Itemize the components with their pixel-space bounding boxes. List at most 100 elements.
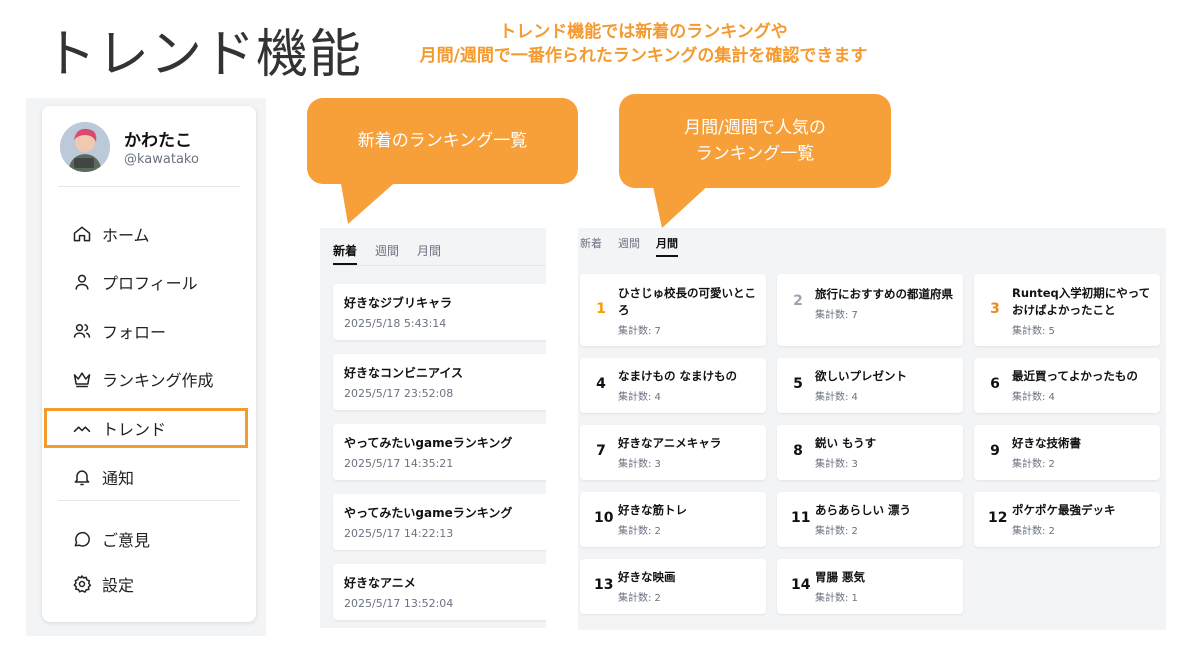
rank-number: 3 (990, 301, 1000, 317)
ranking-title: やってみたいgameランキング (344, 506, 513, 520)
sidebar-item-label: トレンド (102, 420, 167, 439)
sidebar-item-feedback[interactable]: ご意見 (72, 524, 242, 554)
callout-text: 月間/週間で人気の (684, 118, 826, 138)
ranking-title: 好きなコンビニアイス (344, 366, 464, 380)
list-item[interactable]: 好きなアニメ 2025/5/17 13:52:04 (333, 564, 546, 620)
ranking-card[interactable]: 3 Runteq入学初期にやっておけばよかったこと 集計数: 5 (974, 274, 1160, 346)
tab-bar: 新着 週間 月間 (333, 242, 441, 265)
ranking-count: 集計数: 3 (618, 459, 661, 470)
ranking-card-body: 好きな映画 集計数: 2 (618, 569, 758, 604)
ranking-title: 最近買ってよかったもの (1012, 369, 1138, 383)
ranking-title: やってみたいgameランキング (344, 436, 513, 450)
ranking-card[interactable]: 14 胃腸 悪気 集計数: 1 (777, 559, 963, 614)
rank-number: 6 (990, 376, 1000, 392)
sidebar: かわたこ @kawatako ホーム プロフィール フォロー ランキング作成 ト… (42, 106, 256, 622)
bell-icon (72, 467, 92, 487)
ranking-count: 集計数: 2 (618, 593, 661, 604)
sidebar-item-label: 設定 (102, 576, 135, 595)
sidebar-item-label: プロフィール (102, 274, 198, 293)
callout-new-ranking: 新着のランキング一覧 (307, 98, 578, 184)
ranking-count: 集計数: 2 (618, 526, 661, 537)
callout-tail (340, 178, 400, 224)
rank-number: 9 (990, 443, 1000, 459)
rank-number: 8 (793, 443, 803, 459)
rank-number: 13 (594, 577, 614, 593)
ranking-title: 好きなジブリキャラ (344, 296, 453, 310)
sidebar-item-settings[interactable]: 設定 (72, 569, 242, 599)
profile-card[interactable]: かわたこ @kawatako (60, 122, 240, 182)
sidebar-item-create-ranking[interactable]: ランキング作成 (72, 364, 242, 394)
ranking-card-body: 旅行におすすめの都道府県 集計数: 7 (815, 286, 955, 321)
ranking-card[interactable]: 5 欲しいプレゼント 集計数: 4 (777, 358, 963, 413)
ranking-card[interactable]: 1 ひさじゅ校長の可愛いところ 集計数: 7 (580, 274, 766, 346)
ranking-card-body: 鋭い もうす 集計数: 3 (815, 435, 955, 470)
slide-subtitle-line-1: トレンド機能では新着のランキングや (499, 22, 788, 42)
ranking-card-body: 好きな筋トレ 集計数: 2 (618, 502, 758, 537)
ranking-card[interactable]: 8 鋭い もうす 集計数: 3 (777, 425, 963, 480)
ranking-count: 集計数: 1 (815, 593, 858, 604)
ranking-card[interactable]: 4 なまけもの なまけもの 集計数: 4 (580, 358, 766, 413)
ranking-title: ひさじゅ校長の可愛いところ (618, 286, 756, 317)
ranking-count: 集計数: 4 (618, 392, 661, 403)
ranking-card-body: 好きな技術書 集計数: 2 (1012, 435, 1152, 470)
ranking-card-body: 好きなアニメキャラ 集計数: 3 (618, 435, 758, 470)
ranking-card[interactable]: 13 好きな映画 集計数: 2 (580, 559, 766, 614)
callout-popular-ranking: 月間/週間で人気の ランキング一覧 (619, 94, 891, 188)
sidebar-item-follow[interactable]: フォロー (72, 316, 242, 346)
ranking-title: あらあらしい 漂う (815, 503, 912, 517)
ranking-count: 集計数: 5 (1012, 326, 1055, 337)
tab-new[interactable]: 新着 (333, 242, 358, 265)
ranking-card-body: ポケポケ最強デッキ 集計数: 2 (1012, 502, 1152, 537)
callout-text: ランキング一覧 (695, 144, 815, 164)
ranking-title: 鋭い もうす (815, 436, 877, 450)
ranking-card[interactable]: 10 好きな筋トレ 集計数: 2 (580, 492, 766, 547)
ranking-title: 好きな映画 (618, 570, 676, 584)
ranking-card[interactable]: 2 旅行におすすめの都道府県 集計数: 7 (777, 274, 963, 346)
tab-monthly[interactable]: 月間 (656, 235, 678, 257)
ranking-card[interactable]: 6 最近買ってよかったもの 集計数: 4 (974, 358, 1160, 413)
sidebar-item-notifications[interactable]: 通知 (72, 462, 242, 492)
chat-icon (72, 529, 92, 549)
tab-monthly[interactable]: 月間 (417, 242, 441, 265)
ranking-card-body: 最近買ってよかったもの 集計数: 4 (1012, 368, 1152, 403)
ranking-card-body: Runteq入学初期にやっておけばよかったこと 集計数: 5 (1012, 285, 1152, 337)
rank-number: 1 (596, 301, 606, 317)
list-item[interactable]: やってみたいgameランキング 2025/5/17 14:35:21 (333, 424, 546, 480)
avatar[interactable] (60, 122, 110, 172)
new-ranking-panel: 新着 週間 月間 好きなジブリキャラ 2025/5/18 5:43:14 好きな… (320, 228, 546, 628)
ranking-date: 2025/5/17 13:52:04 (344, 597, 454, 610)
tab-bar: 新着 週間 月間 (580, 235, 678, 257)
ranking-date: 2025/5/17 14:22:13 (344, 527, 454, 540)
sidebar-item-profile[interactable]: プロフィール (72, 267, 242, 297)
ranking-title: 好きなアニメ (344, 576, 416, 590)
ranking-card[interactable]: 12 ポケポケ最強デッキ 集計数: 2 (974, 492, 1160, 547)
ranking-count: 集計数: 2 (1012, 526, 1055, 537)
ranking-count: 集計数: 2 (1012, 459, 1055, 470)
tab-new[interactable]: 新着 (580, 235, 602, 257)
ranking-card[interactable]: 7 好きなアニメキャラ 集計数: 3 (580, 425, 766, 480)
sidebar-item-label: 通知 (102, 469, 135, 488)
ranking-card[interactable]: 9 好きな技術書 集計数: 2 (974, 425, 1160, 480)
ranking-card[interactable]: 11 あらあらしい 漂う 集計数: 2 (777, 492, 963, 547)
sidebar-item-trend[interactable]: トレンド (72, 413, 242, 443)
ranking-date: 2025/5/17 14:35:21 (344, 457, 454, 470)
list-item[interactable]: やってみたいgameランキング 2025/5/17 14:22:13 (333, 494, 546, 550)
ranking-card-body: ひさじゅ校長の可愛いところ 集計数: 7 (618, 285, 758, 337)
tab-weekly[interactable]: 週間 (375, 242, 399, 265)
divider (58, 186, 240, 187)
ranking-count: 集計数: 3 (815, 459, 858, 470)
ranking-card-body: なまけもの なまけもの 集計数: 4 (618, 368, 758, 403)
ranking-date: 2025/5/17 23:52:08 (344, 387, 454, 400)
list-item[interactable]: 好きなコンビニアイス 2025/5/17 23:52:08 (333, 354, 546, 410)
slide-subtitle-line-2: 月間/週間で一番作られたランキングの集計を確認できます (419, 46, 868, 66)
sidebar-item-home[interactable]: ホーム (72, 219, 242, 249)
rank-number: 4 (596, 376, 606, 392)
list-item[interactable]: 好きなジブリキャラ 2025/5/18 5:43:14 (333, 284, 546, 340)
rank-number: 12 (988, 510, 1008, 526)
tab-weekly[interactable]: 週間 (618, 235, 640, 257)
sidebar-item-label: フォロー (102, 323, 167, 342)
callout-text: 新着のランキング一覧 (357, 131, 528, 151)
ranking-card-body: 胃腸 悪気 集計数: 1 (815, 569, 955, 604)
rank-number: 5 (793, 376, 803, 392)
ranking-title: 欲しいプレゼント (815, 369, 907, 383)
